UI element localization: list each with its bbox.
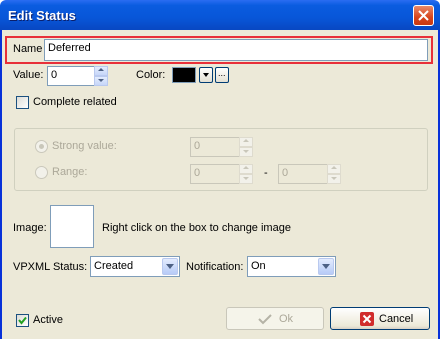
chevron-down-icon [203, 73, 209, 77]
color-dropdown-button[interactable] [199, 67, 213, 83]
complete-related-checkbox[interactable] [16, 96, 29, 109]
vpxml-status-select[interactable]: Created [90, 256, 180, 277]
image-hint: Right click on the box to change image [102, 222, 291, 234]
radio-dot [39, 144, 44, 149]
active-checkbox[interactable] [16, 314, 29, 327]
range-radio[interactable] [35, 166, 48, 179]
range-from-spin-up-button[interactable] [239, 164, 253, 174]
strong-value-spinner[interactable] [239, 137, 253, 157]
ok-button-label: Ok [279, 313, 294, 325]
arrow-down-icon [243, 150, 249, 153]
notification-select[interactable]: On [247, 256, 336, 277]
title-bar: Edit Status [0, 0, 440, 30]
range-to-spin-up-button[interactable] [327, 164, 341, 174]
image-label: Image: [13, 222, 47, 234]
checkmark-icon [18, 316, 27, 325]
vpxml-status-dropdown-button[interactable] [162, 258, 178, 275]
arrow-up-icon [243, 139, 249, 142]
notification-value: On [251, 260, 266, 272]
active-label: Active [33, 314, 63, 326]
range-to-spin-down-button[interactable] [327, 174, 341, 184]
dialog-body: Name Deferred Value: 0 Color: ... Comple… [2, 30, 438, 339]
color-label: Color: [136, 69, 166, 81]
arrow-down-icon [331, 177, 337, 180]
value-spin-down-button[interactable] [94, 76, 108, 86]
chevron-down-icon [166, 264, 174, 269]
range-label: Range: [52, 166, 88, 178]
arrow-down-icon [243, 177, 249, 180]
color-swatch[interactable] [172, 67, 196, 83]
ok-button[interactable]: Ok [226, 307, 324, 330]
close-icon [418, 10, 429, 21]
range-separator: - [264, 167, 268, 179]
value-label: Value: [13, 69, 44, 81]
ellipsis-label: ... [218, 68, 226, 78]
arrow-up-icon [243, 166, 249, 169]
arrow-down-icon [98, 79, 104, 82]
strong-value-input[interactable]: 0 [190, 137, 240, 157]
close-button[interactable] [413, 5, 434, 26]
image-box[interactable] [50, 205, 94, 248]
chevron-down-icon [322, 264, 330, 269]
complete-related-label: Complete related [33, 96, 117, 108]
strong-spin-down-button[interactable] [239, 147, 253, 157]
window-title: Edit Status [8, 8, 76, 23]
range-from-spinner[interactable] [239, 164, 253, 184]
vpxml-status-value: Created [94, 260, 134, 272]
notification-dropdown-button[interactable] [318, 258, 334, 275]
value-spin-up-button[interactable] [94, 66, 108, 76]
value-input[interactable]: 0 [47, 66, 95, 86]
cancel-x-icon [360, 312, 374, 326]
range-to-spinner[interactable] [327, 164, 341, 184]
value-spinner[interactable] [94, 66, 108, 86]
name-input[interactable]: Deferred [44, 39, 428, 61]
strong-spin-up-button[interactable] [239, 137, 253, 147]
strong-value-label: Strong value: [52, 140, 117, 152]
strong-value-radio[interactable] [35, 140, 48, 153]
range-to-input[interactable]: 0 [278, 164, 328, 184]
checkmark-icon [258, 314, 272, 325]
cancel-button-label: Cancel [379, 313, 414, 325]
range-from-input[interactable]: 0 [190, 164, 240, 184]
notification-label: Notification: [186, 261, 244, 273]
vpxml-status-label: VPXML Status: [13, 261, 88, 273]
cancel-button[interactable]: Cancel [330, 307, 430, 330]
color-more-button[interactable]: ... [215, 67, 229, 83]
arrow-up-icon [331, 166, 337, 169]
name-label: Name [13, 43, 43, 55]
range-from-spin-down-button[interactable] [239, 174, 253, 184]
arrow-up-icon [98, 68, 104, 71]
